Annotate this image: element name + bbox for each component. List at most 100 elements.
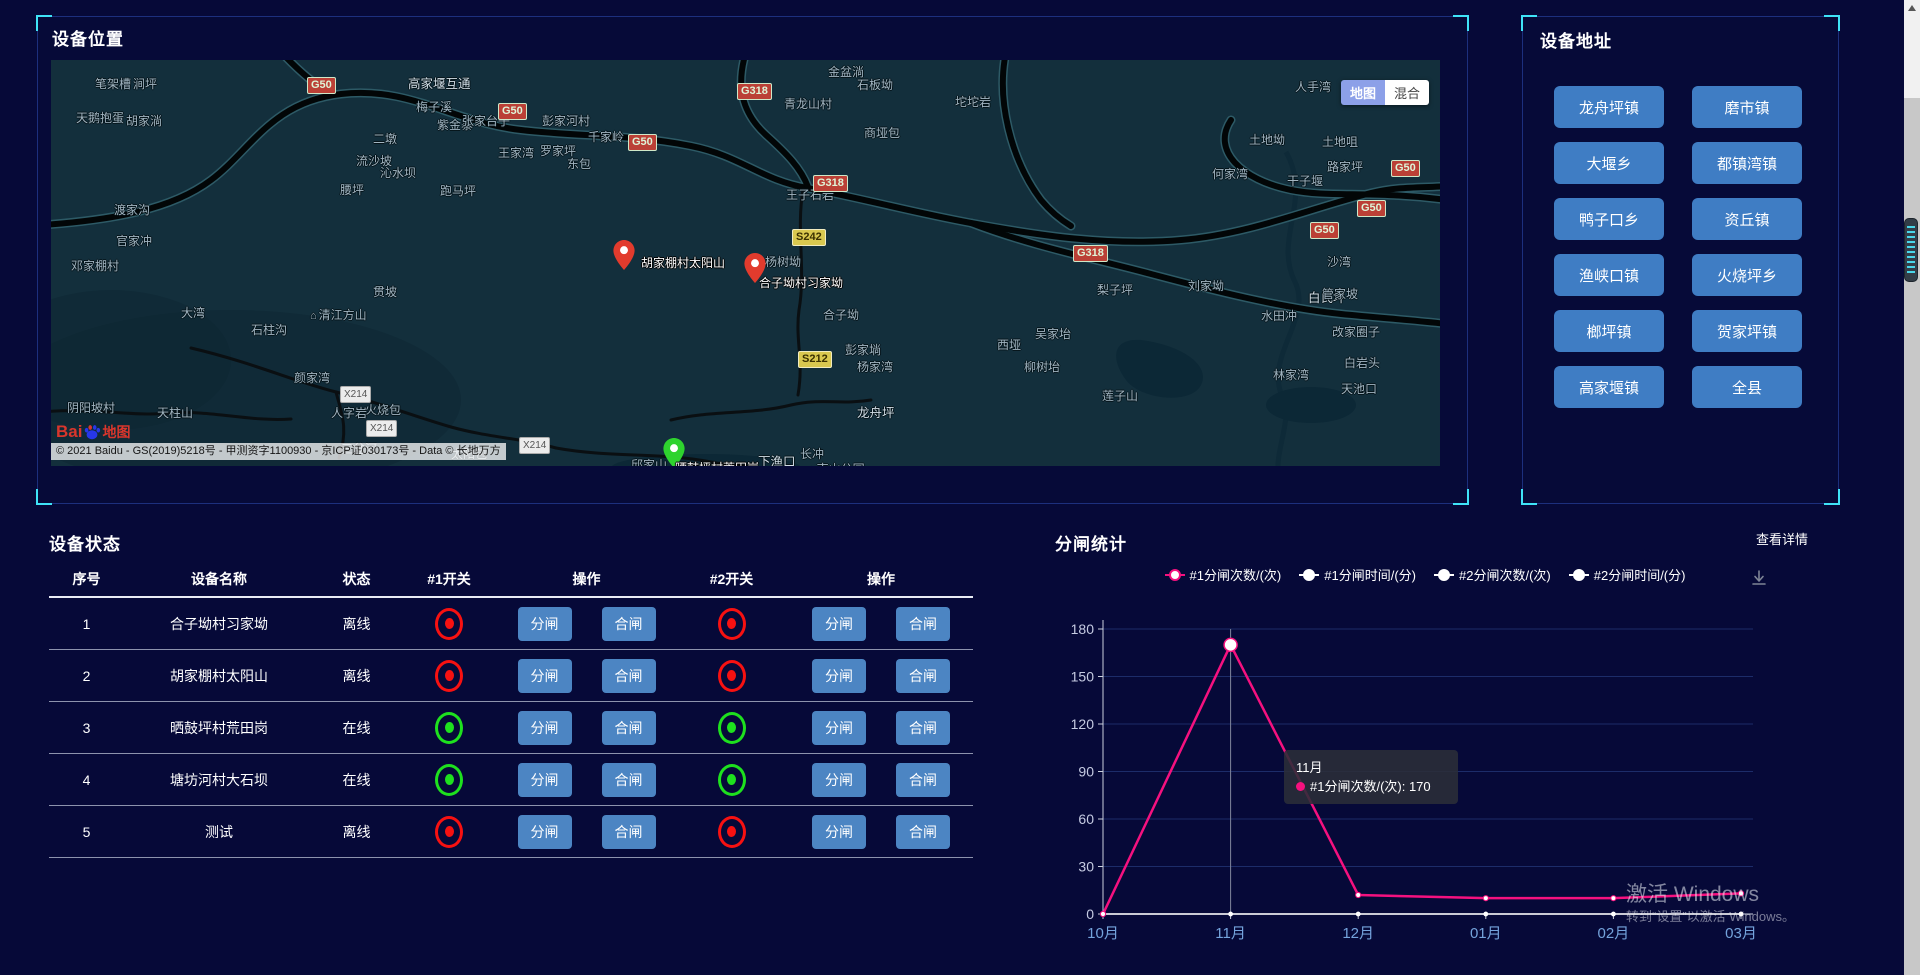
address-button[interactable]: 全县 [1692,366,1802,408]
legend-label: #2分闸次数/(次) [1459,565,1551,584]
map-pin-label: 胡家棚村太阳山 [641,254,725,271]
device-address-panel: 设备地址 龙舟坪镇磨市镇大堰乡都镇湾镇鸭子口乡资丘镇渔峡口镇火烧坪乡榔坪镇贺家坪… [1522,16,1839,504]
legend-item[interactable]: #2分闸次数/(次) [1434,565,1551,584]
baidu-map[interactable]: 笔架槽涧坪天鹅抱蛋胡家淌高家堰互通梅子溪紫金寨二墩流沙坡沁水坝张家台子彭家河村千… [51,60,1440,466]
open-switch-button[interactable]: 分闸 [518,763,572,797]
device-name: 晒鼓坪村荒田岗 [170,718,268,738]
close-switch-button[interactable]: 合闸 [602,607,656,641]
switch-status-indicator [435,764,463,796]
map-place-label: 梨子坪 [1097,281,1133,298]
legend-item[interactable]: #1分闸次数/(次) [1165,565,1282,584]
open-switch-button[interactable]: 分闸 [518,659,572,693]
close-switch-button[interactable]: 合闸 [602,763,656,797]
table-header-cell: #1开关 [427,569,471,589]
open-switch-button[interactable]: 分闸 [812,659,866,693]
close-switch-button[interactable]: 合闸 [896,607,950,641]
open-switch-button[interactable]: 分闸 [812,711,866,745]
scrollbar-up-arrow-icon[interactable] [1908,5,1916,11]
corner-decoration [36,15,52,31]
legend-item[interactable]: #1分闸时间/(分) [1299,565,1416,584]
address-button[interactable]: 鸭子口乡 [1554,198,1664,240]
road-badge: G50 [307,77,336,94]
address-button[interactable]: 大堰乡 [1554,142,1664,184]
custom-scroll-handle[interactable] [1904,218,1918,282]
map-place-label: 王家湾 [498,144,534,161]
open-switch-button[interactable]: 分闸 [518,607,572,641]
view-details-link[interactable]: 查看详情 [1756,529,1808,548]
corner-decoration [1824,489,1840,505]
close-switch-button[interactable]: 合闸 [896,815,950,849]
map-place-label: 土地坳 [1249,131,1285,148]
map-place-label: 跑马坪 [440,182,476,199]
map-type-hybrid-button[interactable]: 混合 [1385,80,1429,105]
address-button[interactable]: 都镇湾镇 [1692,142,1802,184]
svg-text:0: 0 [1086,906,1094,922]
close-switch-button[interactable]: 合闸 [896,711,950,745]
map-place-label: 阴阳坡村 [67,399,115,416]
map-place-label: 合子坳 [823,306,859,323]
operation-buttons: 分闸合闸 [812,763,950,797]
map-pin-icon[interactable] [613,240,635,270]
map-place-label: 林家湾 [1273,366,1309,383]
address-button[interactable]: 磨市镇 [1692,86,1802,128]
address-button[interactable]: 火烧坪乡 [1692,254,1802,296]
device-name: 胡家棚村太阳山 [170,666,268,686]
map-place-label: 路家坪 [1327,158,1363,175]
map-place-label: 石柱沟 [251,321,287,338]
row-index: 2 [83,668,91,684]
road-badge: G50 [628,134,657,151]
legend-marker-icon [1165,574,1185,576]
address-button[interactable]: 高家堰镇 [1554,366,1664,408]
svg-text:02月: 02月 [1598,925,1630,942]
svg-text:11月: 11月 [1215,925,1246,942]
close-switch-button[interactable]: 合闸 [896,659,950,693]
operation-buttons: 分闸合闸 [812,815,950,849]
road-badge: G318 [813,175,848,192]
map-place-label: 杨树坳 [765,253,801,270]
close-switch-button[interactable]: 合闸 [602,815,656,849]
svg-text:90: 90 [1078,764,1094,780]
svg-text:10月: 10月 [1087,925,1119,942]
map-place-label: 坨坨岩 [955,93,991,110]
map-place-label: 大湾 [181,304,205,321]
switch-status-indicator [435,608,463,640]
scrollbar-track[interactable] [1904,0,1920,975]
address-button[interactable]: 贺家坪镇 [1692,310,1802,352]
device-status: 离线 [343,822,371,842]
map-place-label: 邱家山 [631,456,667,466]
road-badge: S242 [792,229,826,246]
device-name: 测试 [205,822,233,842]
operation-buttons: 分闸合闸 [812,711,950,745]
address-button[interactable]: 渔峡口镇 [1554,254,1664,296]
corner-decoration [1453,15,1469,31]
road-badge: X214 [340,386,371,403]
table-header-cell: 设备名称 [191,569,247,589]
address-button[interactable]: 龙舟坪镇 [1554,86,1664,128]
map-place-label: 土地咀 [1322,133,1358,150]
road-badge: S212 [798,351,832,368]
address-button[interactable]: 资丘镇 [1692,198,1802,240]
address-button[interactable]: 榔坪镇 [1554,310,1664,352]
map-place-label: 石板坳 [857,76,893,93]
close-switch-button[interactable]: 合闸 [602,711,656,745]
open-switch-button[interactable]: 分闸 [812,763,866,797]
row-index: 1 [83,616,91,632]
map-type-map-button[interactable]: 地图 [1341,80,1385,105]
row-index: 4 [83,772,91,788]
road-badge: X214 [366,420,397,437]
device-status: 在线 [343,770,371,790]
legend-item[interactable]: #2分闸时间/(分) [1569,565,1686,584]
road-badge: G50 [1391,160,1420,177]
map-pin-label: 合子坳村习家坳 [759,274,843,291]
open-switch-button[interactable]: 分闸 [518,815,572,849]
close-switch-button[interactable]: 合闸 [602,659,656,693]
device-name: 塘坊河村大石坝 [170,770,268,790]
open-switch-button[interactable]: 分闸 [812,607,866,641]
open-switch-button[interactable]: 分闸 [518,711,572,745]
close-switch-button[interactable]: 合闸 [896,763,950,797]
map-place-label: 何家湾 [1212,165,1248,182]
svg-text:30: 30 [1078,859,1094,875]
map-attribution: © 2021 Baidu - GS(2019)5218号 - 甲测资字11009… [51,443,506,460]
open-switch-button[interactable]: 分闸 [812,815,866,849]
map-place-label: 颜家湾 [294,369,330,386]
